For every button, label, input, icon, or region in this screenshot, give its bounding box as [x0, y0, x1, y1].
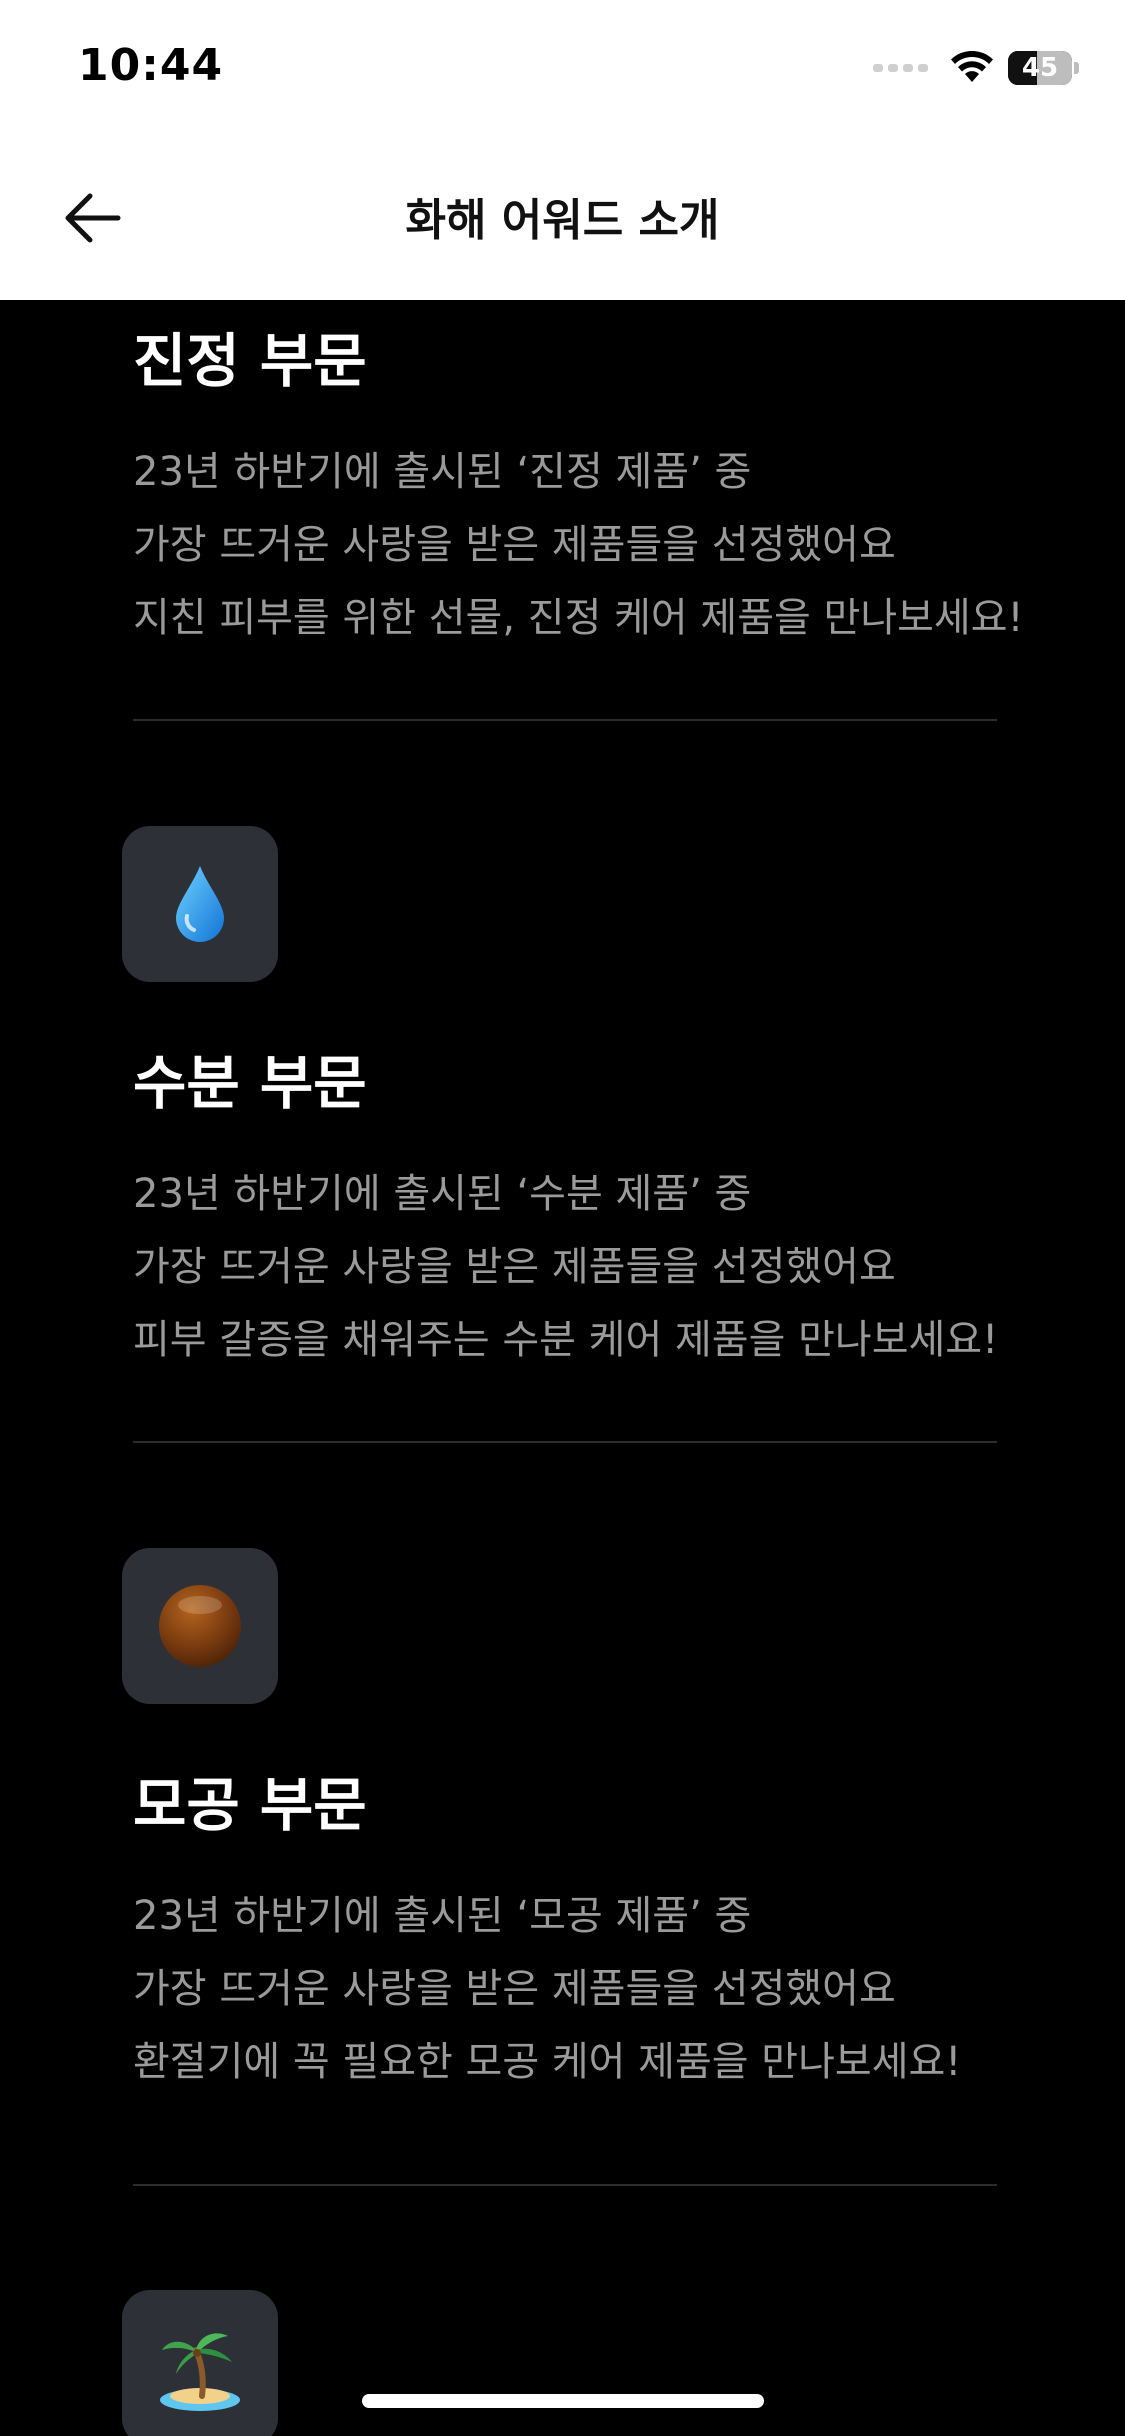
water-drop-icon: [176, 866, 224, 942]
brown-circle-icon: [159, 1585, 241, 1667]
section-divider: [133, 2184, 997, 2186]
section-icon-tile: [122, 2290, 278, 2436]
home-indicator[interactable]: [362, 2394, 764, 2408]
award-intro-screen: 10:44 45 화해 어워드 소개 진정 부문 23년 하반기에 출시된 ‘진…: [0, 0, 1125, 2436]
award-content[interactable]: 진정 부문 23년 하반기에 출시된 ‘진정 제품’ 중 가장 뜨거운 사랑을 …: [0, 300, 1125, 2436]
section-icon-tile: [122, 826, 278, 982]
section-title: 수분 부문: [133, 1049, 367, 1117]
palm-island-icon: [160, 2333, 240, 2411]
section-title: 진정 부문: [133, 327, 367, 395]
section-description: 23년 하반기에 출시된 ‘모공 제품’ 중 가장 뜨거운 사랑을 받은 제품들…: [133, 1893, 962, 2085]
cellular-signal-icon: [873, 64, 928, 72]
battery-icon: 45: [1008, 51, 1072, 85]
section-divider: [133, 719, 997, 721]
section-icon-tile: [122, 1548, 278, 1704]
section-title: 모공 부문: [133, 1771, 367, 1839]
section-description: 23년 하반기에 출시된 ‘진정 제품’ 중 가장 뜨거운 사랑을 받은 제품들…: [133, 449, 1024, 641]
wifi-icon: [951, 51, 993, 82]
battery-level: 45: [1021, 53, 1059, 83]
navigation-bar: 화해 어워드 소개: [0, 140, 1125, 300]
status-bar: 10:44 45: [0, 0, 1125, 140]
status-indicators: 45: [873, 48, 1079, 88]
section-description: 23년 하반기에 출시된 ‘수분 제품’ 중 가장 뜨거운 사랑을 받은 제품들…: [133, 1171, 999, 1363]
section-divider: [133, 1441, 997, 1443]
battery-cap: [1074, 62, 1079, 74]
page-title: 화해 어워드 소개: [405, 195, 720, 246]
status-time: 10:44: [78, 40, 224, 91]
